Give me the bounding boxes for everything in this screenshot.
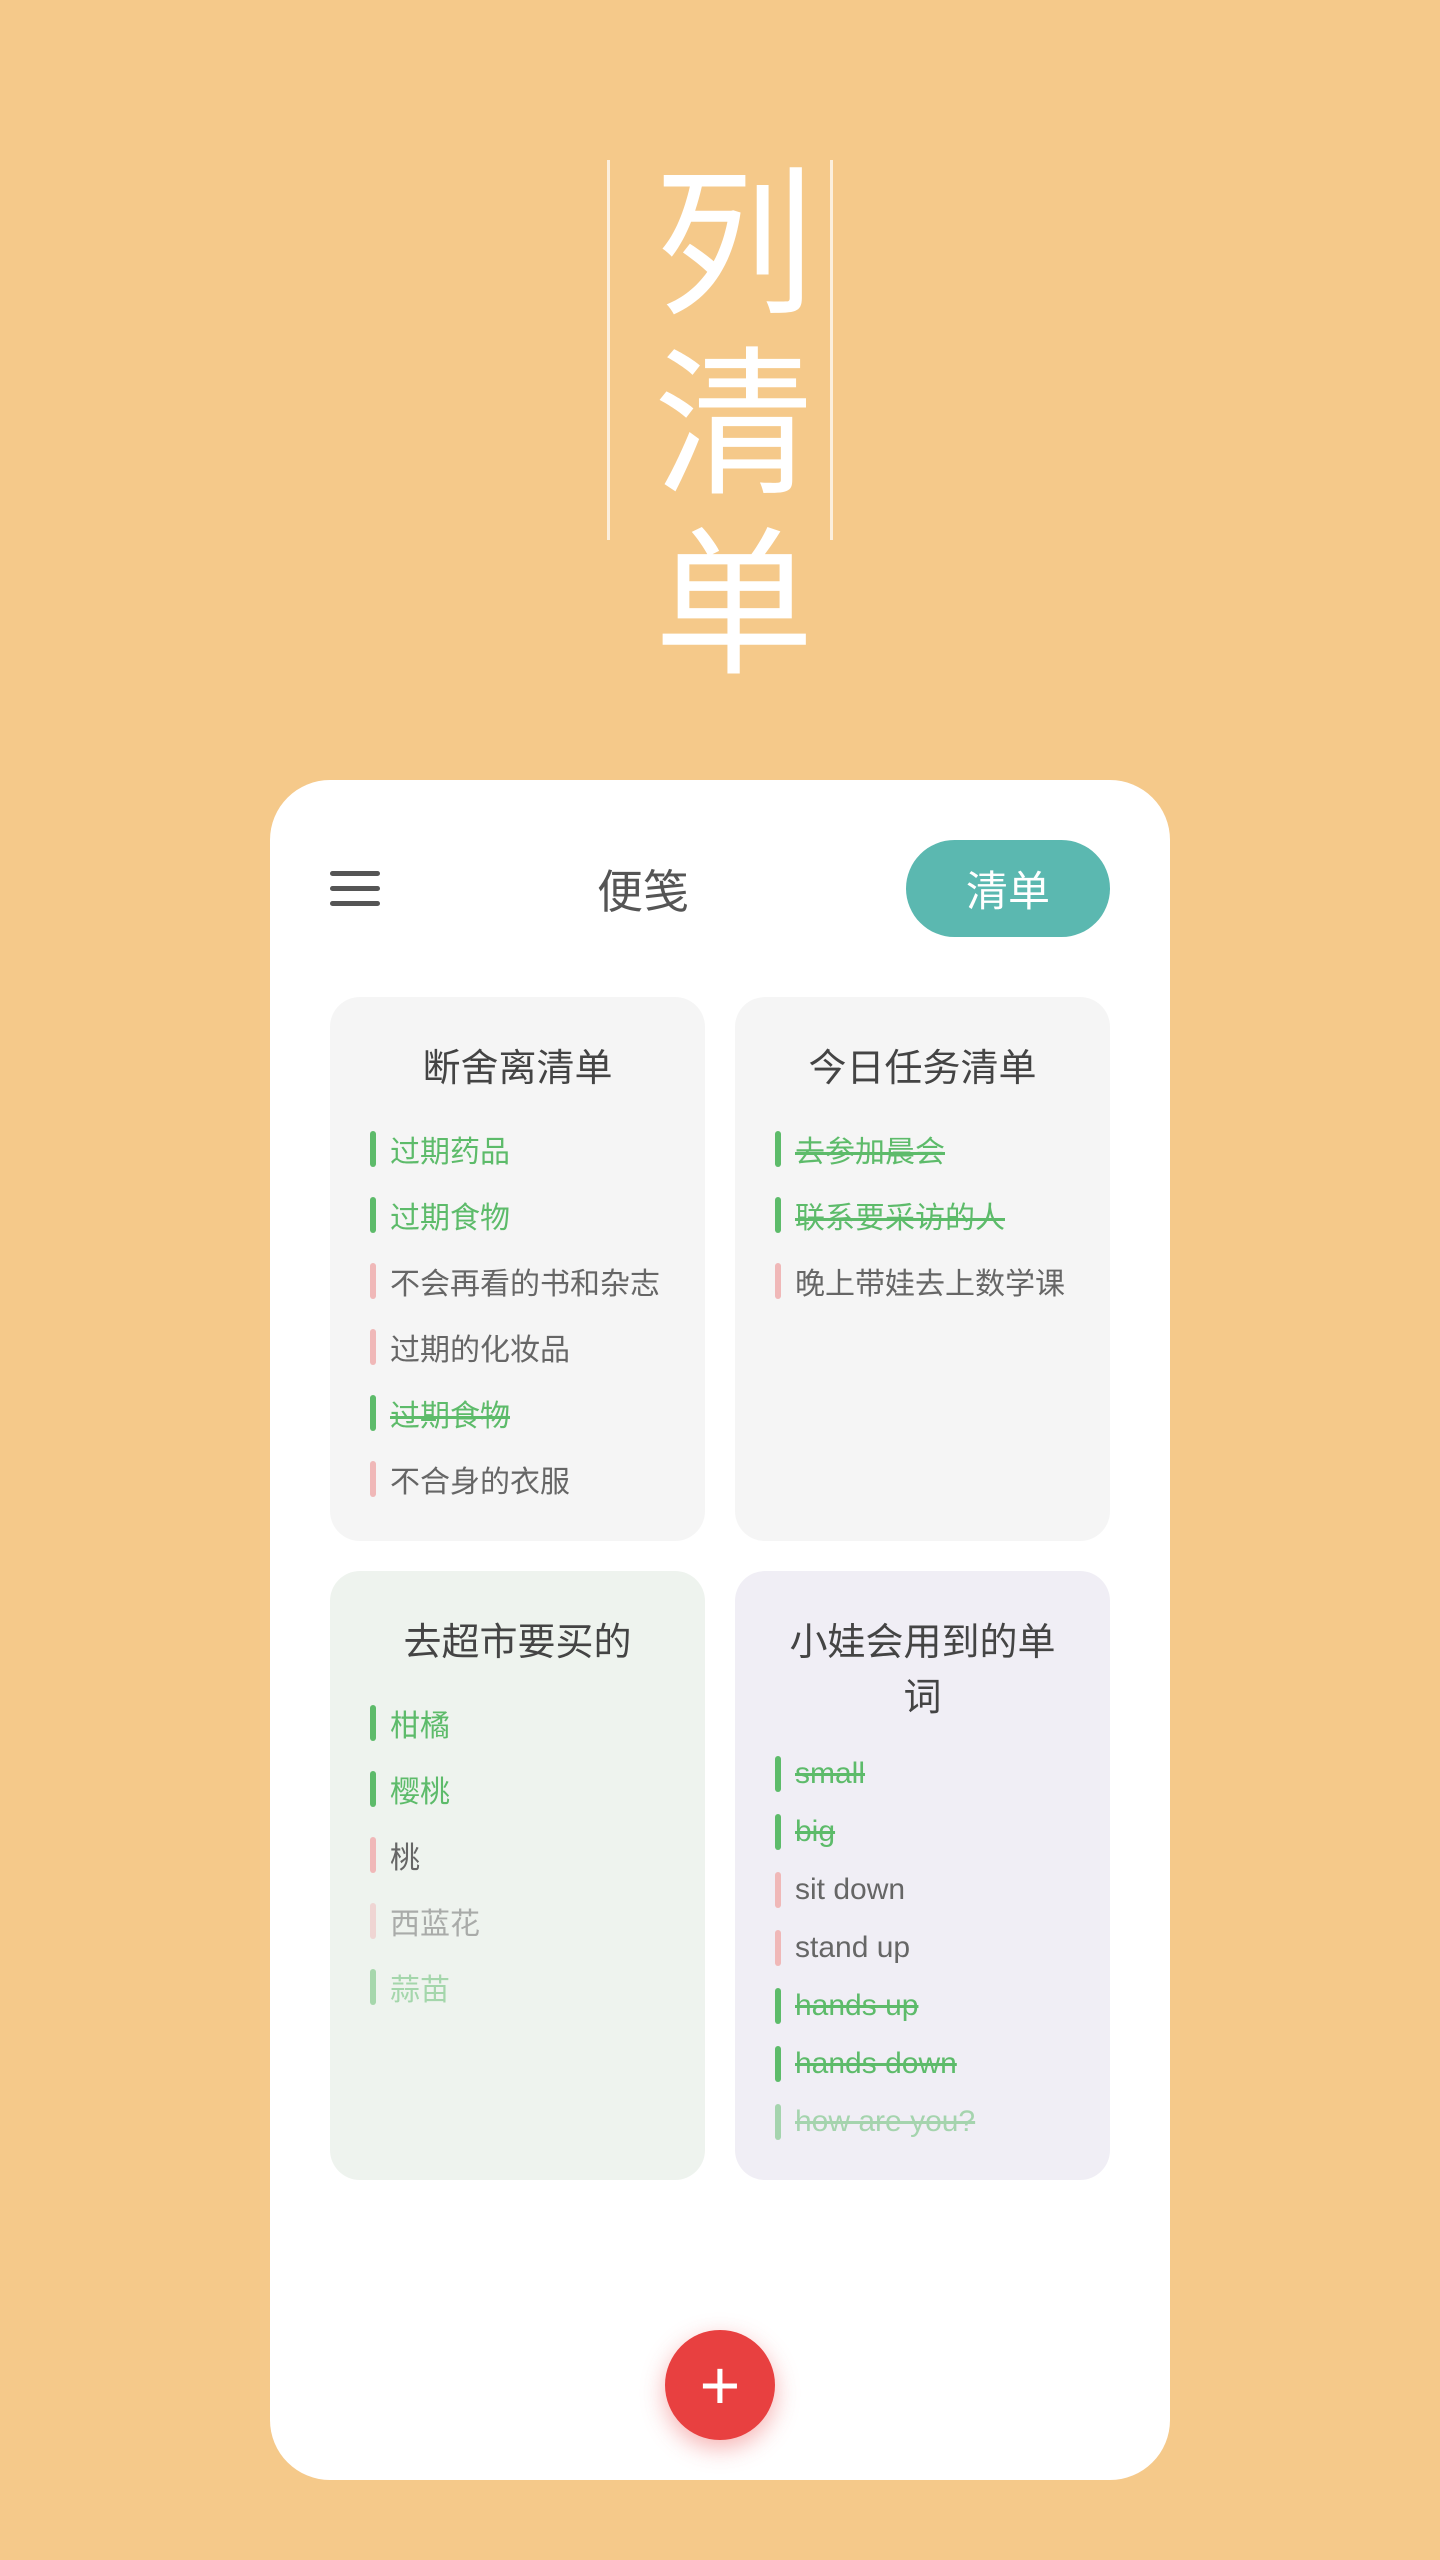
list-item[interactable]: small — [775, 1756, 1070, 1792]
item-bar — [775, 2104, 781, 2140]
list-item[interactable]: 樱桃 — [370, 1767, 665, 1811]
main-card: 便笺 清单 断舍离清单 过期药品 过期食物 不会再看的书和杂志 — [270, 780, 1170, 2480]
list-item[interactable]: 不合身的衣服 — [370, 1457, 665, 1501]
item-text: 去参加晨会 — [795, 1127, 945, 1171]
list-card-jinri-title: 今日任务清单 — [775, 1037, 1070, 1092]
list-card-xiaowa-items: small big sit down stand up hands up — [775, 1756, 1070, 2140]
item-text: 过期食物 — [390, 1391, 510, 1435]
list-card-danshe-title: 断舍离清单 — [370, 1037, 665, 1092]
item-text: 蒜苗 — [390, 1965, 450, 2009]
item-text: big — [795, 1815, 835, 1849]
list-item[interactable]: 联系要采访的人 — [775, 1193, 1070, 1237]
item-bar — [370, 1131, 376, 1167]
item-bar — [775, 1131, 781, 1167]
list-item[interactable]: 过期食物 — [370, 1391, 665, 1435]
list-card-jinri: 今日任务清单 去参加晨会 联系要采访的人 晚上带娃去上数学课 — [735, 997, 1110, 1541]
item-text: stand up — [795, 1931, 910, 1965]
list-card-xiaowa-title: 小娃会用到的单词 — [775, 1611, 1070, 1721]
list-item[interactable]: 桃 — [370, 1833, 665, 1877]
item-bar — [775, 1872, 781, 1908]
item-bar — [775, 1930, 781, 1966]
list-item[interactable]: 不会再看的书和杂志 — [370, 1259, 665, 1303]
item-bar — [775, 1988, 781, 2024]
list-card-chaoshi-items: 柑橘 樱桃 桃 西蓝花 蒜苗 — [370, 1701, 665, 2009]
item-bar — [370, 1837, 376, 1873]
app-title: 列清单 — [640, 160, 800, 700]
item-text: 联系要采访的人 — [795, 1193, 1005, 1237]
item-bar — [370, 1197, 376, 1233]
item-bar — [370, 1771, 376, 1807]
item-bar — [775, 1197, 781, 1233]
item-bar — [775, 1756, 781, 1792]
list-item[interactable]: 去参加晨会 — [775, 1127, 1070, 1171]
list-item[interactable]: sit down — [775, 1872, 1070, 1908]
list-item[interactable]: 蒜苗 — [370, 1965, 665, 2009]
item-text: 樱桃 — [390, 1767, 450, 1811]
item-bar — [370, 1263, 376, 1299]
item-bar — [370, 1705, 376, 1741]
item-bar — [370, 1903, 376, 1939]
item-text: 桃 — [390, 1833, 420, 1877]
title-line-right — [830, 160, 833, 540]
item-text: 过期的化妆品 — [390, 1325, 570, 1369]
item-bar — [370, 1329, 376, 1365]
list-item[interactable]: hands up — [775, 1988, 1070, 2024]
item-text: hands up — [795, 1989, 918, 2023]
item-text: 西蓝花 — [390, 1899, 480, 1943]
hamburger-line-3 — [330, 901, 380, 906]
item-text: 过期食物 — [390, 1193, 510, 1237]
item-bar — [370, 1969, 376, 2005]
item-bar — [370, 1395, 376, 1431]
list-item[interactable]: 过期食物 — [370, 1193, 665, 1237]
list-card-xiaowa: 小娃会用到的单词 small big sit down stand up — [735, 1571, 1110, 2180]
top-nav: 便笺 清单 — [330, 840, 1110, 937]
item-bar — [775, 1263, 781, 1299]
list-item[interactable]: hands down — [775, 2046, 1070, 2082]
header: 列清单 — [607, 160, 833, 700]
item-text: sit down — [795, 1873, 905, 1907]
item-text: 不合身的衣服 — [390, 1457, 570, 1501]
item-text: 过期药品 — [390, 1127, 510, 1171]
item-bar — [775, 2046, 781, 2082]
item-text: small — [795, 1757, 865, 1791]
item-bar — [775, 1814, 781, 1850]
list-item[interactable]: 晚上带娃去上数学课 — [775, 1259, 1070, 1303]
hamburger-button[interactable] — [330, 871, 380, 906]
list-card-jinri-items: 去参加晨会 联系要采访的人 晚上带娃去上数学课 — [775, 1127, 1070, 1303]
add-button[interactable]: + — [665, 2330, 775, 2440]
list-card-danshe: 断舍离清单 过期药品 过期食物 不会再看的书和杂志 过期的化妆品 — [330, 997, 705, 1541]
list-item[interactable]: 过期的化妆品 — [370, 1325, 665, 1369]
item-text: how are you? — [795, 2105, 975, 2139]
list-item[interactable]: big — [775, 1814, 1070, 1850]
item-bar — [370, 1461, 376, 1497]
list-grid: 断舍离清单 过期药品 过期食物 不会再看的书和杂志 过期的化妆品 — [330, 997, 1110, 2180]
item-text: hands down — [795, 2047, 957, 2081]
list-item[interactable]: 西蓝花 — [370, 1899, 665, 1943]
list-card-chaoshi: 去超市要买的 柑橘 樱桃 桃 西蓝花 — [330, 1571, 705, 2180]
list-item[interactable]: stand up — [775, 1930, 1070, 1966]
hamburger-line-2 — [330, 886, 380, 891]
title-line-left — [607, 160, 610, 540]
item-text: 晚上带娃去上数学课 — [795, 1259, 1065, 1303]
item-text: 柑橘 — [390, 1701, 450, 1745]
list-item[interactable]: how are you? — [775, 2104, 1070, 2140]
list-item[interactable]: 柑橘 — [370, 1701, 665, 1745]
add-icon: + — [700, 2350, 741, 2420]
hamburger-line-1 — [330, 871, 380, 876]
notes-tab[interactable]: 便笺 — [597, 856, 689, 922]
list-card-chaoshi-title: 去超市要买的 — [370, 1611, 665, 1666]
item-text: 不会再看的书和杂志 — [390, 1259, 660, 1303]
list-item[interactable]: 过期药品 — [370, 1127, 665, 1171]
list-card-danshe-items: 过期药品 过期食物 不会再看的书和杂志 过期的化妆品 过期食物 — [370, 1127, 665, 1501]
list-tab[interactable]: 清单 — [906, 840, 1110, 937]
